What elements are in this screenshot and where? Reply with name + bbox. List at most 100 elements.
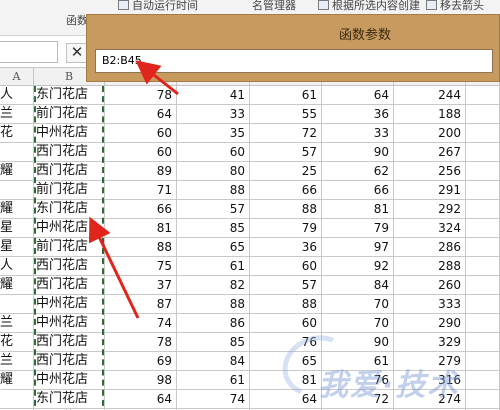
cell-h15[interactable]	[466, 333, 500, 352]
cell-d8[interactable]: 57	[177, 200, 250, 219]
cell-d16[interactable]: 84	[177, 352, 250, 371]
cell-h16[interactable]	[466, 352, 500, 371]
cell-h18[interactable]	[466, 390, 500, 409]
cell-g2[interactable]: 244	[394, 86, 466, 105]
cell-c10[interactable]: 88	[105, 238, 177, 257]
cell-g5[interactable]: 267	[394, 143, 466, 162]
cell-b16[interactable]: 西门花店	[34, 352, 105, 371]
cell-b12[interactable]: 西门花店	[34, 276, 105, 295]
ribbon-button-2[interactable]: 名管理器	[252, 0, 296, 12]
cell-b11[interactable]: 西门花店	[34, 257, 105, 276]
cell-h5[interactable]	[466, 143, 500, 162]
cell-b8[interactable]: 东门花店	[34, 200, 105, 219]
cell-d14[interactable]: 86	[177, 314, 250, 333]
cell-f10[interactable]: 97	[322, 238, 394, 257]
cell-a7[interactable]	[0, 181, 34, 200]
cell-c5[interactable]: 60	[105, 143, 177, 162]
cell-f5[interactable]: 90	[322, 143, 394, 162]
cell-g8[interactable]: 292	[394, 200, 466, 219]
cell-g12[interactable]: 260	[394, 276, 466, 295]
cell-a9[interactable]: 星	[0, 219, 34, 238]
cell-h2[interactable]	[466, 86, 500, 105]
cell-a18[interactable]	[0, 390, 34, 409]
cell-g11[interactable]: 288	[394, 257, 466, 276]
cell-h13[interactable]	[466, 295, 500, 314]
cell-b2[interactable]: 东门花店	[34, 86, 105, 105]
cell-d3[interactable]: 33	[177, 105, 250, 124]
cell-h17[interactable]	[466, 371, 500, 390]
cell-h3[interactable]	[466, 105, 500, 124]
cell-e3[interactable]: 55	[250, 105, 322, 124]
cell-e7[interactable]: 66	[250, 181, 322, 200]
cell-e12[interactable]: 57	[250, 276, 322, 295]
cell-g13[interactable]: 333	[394, 295, 466, 314]
cell-c4[interactable]: 60	[105, 124, 177, 143]
cell-c17[interactable]: 98	[105, 371, 177, 390]
cell-a13[interactable]	[0, 295, 34, 314]
cell-c8[interactable]: 66	[105, 200, 177, 219]
cell-b4[interactable]: 中州花店	[34, 124, 105, 143]
cell-d10[interactable]: 65	[177, 238, 250, 257]
cell-f13[interactable]: 70	[322, 295, 394, 314]
cell-g15[interactable]: 329	[394, 333, 466, 352]
cell-a5[interactable]	[0, 143, 34, 162]
cell-f7[interactable]: 66	[322, 181, 394, 200]
cell-b5[interactable]: 西门花店	[34, 143, 105, 162]
cell-f4[interactable]: 33	[322, 124, 394, 143]
cell-b18[interactable]: 东门花店	[34, 390, 105, 409]
cell-d13[interactable]: 88	[177, 295, 250, 314]
cell-b14[interactable]: 中州花店	[34, 314, 105, 333]
cell-e14[interactable]: 60	[250, 314, 322, 333]
cell-c2[interactable]: 78	[105, 86, 177, 105]
cell-g4[interactable]: 200	[394, 124, 466, 143]
cell-d11[interactable]: 61	[177, 257, 250, 276]
cell-f12[interactable]: 84	[322, 276, 394, 295]
cell-e13[interactable]: 88	[250, 295, 322, 314]
cell-f6[interactable]: 62	[322, 162, 394, 181]
cell-a12[interactable]: 耀	[0, 276, 34, 295]
cell-c11[interactable]: 75	[105, 257, 177, 276]
cell-a14[interactable]: 兰	[0, 314, 34, 333]
cell-f8[interactable]: 81	[322, 200, 394, 219]
cell-a11[interactable]: 人	[0, 257, 34, 276]
cell-e4[interactable]: 72	[250, 124, 322, 143]
cell-b13[interactable]: 中州花店	[34, 295, 105, 314]
cell-d17[interactable]: 61	[177, 371, 250, 390]
cell-g10[interactable]: 286	[394, 238, 466, 257]
cell-a15[interactable]: 花	[0, 333, 34, 352]
cancel-icon[interactable]: ✕	[66, 43, 88, 63]
cell-g3[interactable]: 188	[394, 105, 466, 124]
cell-d15[interactable]: 85	[177, 333, 250, 352]
cell-c6[interactable]: 89	[105, 162, 177, 181]
cell-b6[interactable]: 西门花店	[34, 162, 105, 181]
cell-g6[interactable]: 256	[394, 162, 466, 181]
cell-f9[interactable]: 79	[322, 219, 394, 238]
cell-e10[interactable]: 36	[250, 238, 322, 257]
cell-a3[interactable]: 兰	[0, 105, 34, 124]
cell-g9[interactable]: 324	[394, 219, 466, 238]
cell-c18[interactable]: 64	[105, 390, 177, 409]
cell-e11[interactable]: 60	[250, 257, 322, 276]
cell-h11[interactable]	[466, 257, 500, 276]
cell-a2[interactable]: 人	[0, 86, 34, 105]
cell-d9[interactable]: 85	[177, 219, 250, 238]
cell-c13[interactable]: 87	[105, 295, 177, 314]
ribbon-button-1[interactable]: 自动运行时间	[118, 0, 198, 12]
cell-a6[interactable]: 耀	[0, 162, 34, 181]
cell-c16[interactable]: 69	[105, 352, 177, 371]
cell-b15[interactable]: 西门花店	[34, 333, 105, 352]
cell-a8[interactable]: 耀	[0, 200, 34, 219]
cell-f11[interactable]: 92	[322, 257, 394, 276]
cell-h6[interactable]	[466, 162, 500, 181]
ribbon-button-3[interactable]: 根据所选内容创建	[318, 0, 420, 12]
cell-d7[interactable]: 88	[177, 181, 250, 200]
cell-e6[interactable]: 25	[250, 162, 322, 181]
cell-c15[interactable]: 78	[105, 333, 177, 352]
cell-d12[interactable]: 82	[177, 276, 250, 295]
cell-h7[interactable]	[466, 181, 500, 200]
cell-a16[interactable]: 兰	[0, 352, 34, 371]
cell-c7[interactable]: 71	[105, 181, 177, 200]
name-box[interactable]	[0, 41, 58, 63]
cell-c14[interactable]: 74	[105, 314, 177, 333]
cell-e8[interactable]: 88	[250, 200, 322, 219]
